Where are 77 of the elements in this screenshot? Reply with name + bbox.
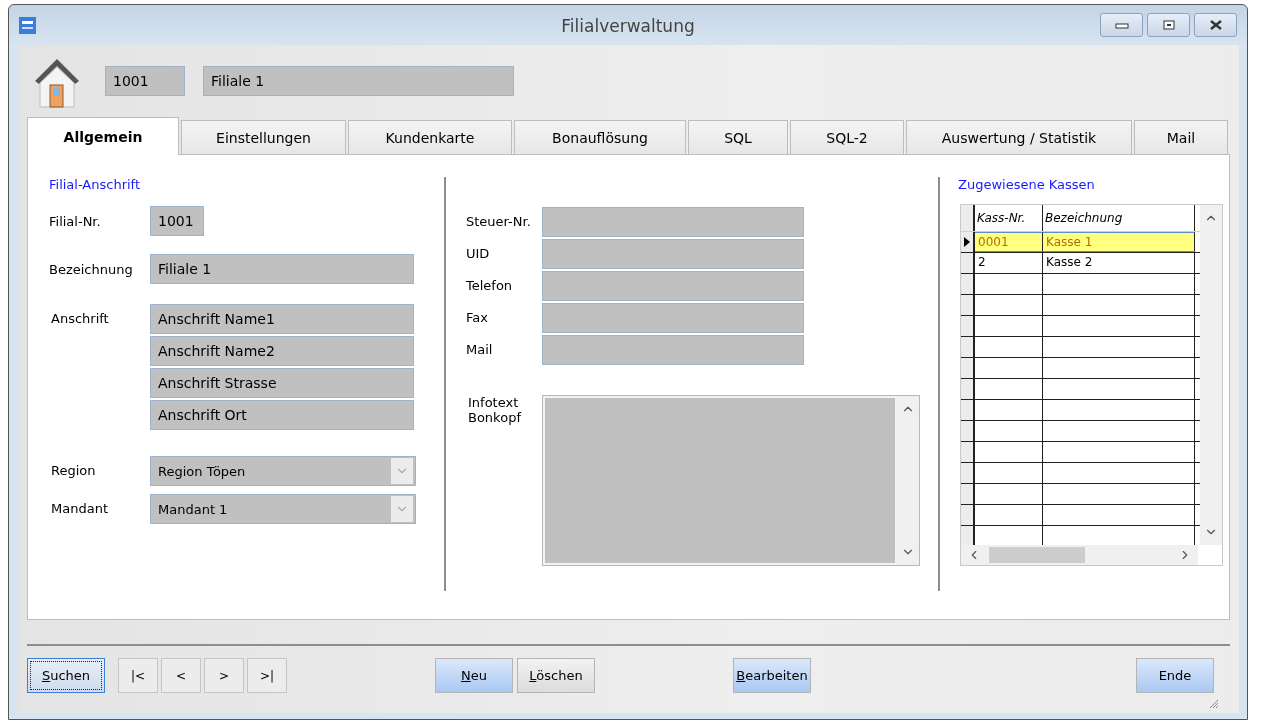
tab[interactable]: SQL-2 [790,120,904,155]
field-label: Steuer-Nr. [466,213,532,229]
contact-field[interactable] [542,303,804,333]
branch-name-field[interactable]: Filiale 1 [203,66,514,96]
field-label: Filial-Nr. [49,213,102,229]
field-label: Infotext Bonkopf [468,395,523,425]
row-header[interactable] [961,463,975,483]
record-nav-button[interactable]: |< [118,658,158,693]
field-label: Mandant [51,500,109,516]
row-header[interactable] [961,526,975,545]
tab[interactable]: Bonauflösung [514,120,686,155]
field-label: Mail [466,341,494,357]
row-header[interactable] [961,316,975,336]
column-header[interactable]: Kass-Nr. [975,205,1043,231]
minimize-icon [1114,21,1129,29]
branch-number-field[interactable]: 1001 [105,66,185,96]
region-dropdown[interactable]: Region Töpen [150,456,416,486]
record-nav-button[interactable]: > [204,658,244,693]
row-header[interactable] [961,232,975,252]
contact-field[interactable] [542,271,804,301]
section-heading: Filial-Anschrift [49,177,142,192]
address-field[interactable]: Anschrift Strasse [150,368,414,398]
address-field[interactable]: Anschrift Name1 [150,304,414,334]
tab[interactable]: Allgemein [27,117,179,155]
row-header[interactable] [961,358,975,378]
row-header [961,205,975,231]
window-title: Filialverwaltung [561,16,695,36]
tab[interactable]: SQL [688,120,788,155]
section-heading: Zugewiesene Kassen [958,177,1096,192]
contact-field[interactable] [542,207,804,237]
client-dropdown[interactable]: Mandant 1 [150,494,416,524]
search-button[interactable]: Suchen [27,658,105,693]
record-nav-button[interactable]: >| [247,658,287,693]
column-header[interactable]: Bezeichnung [1043,205,1195,231]
row-header[interactable] [961,253,975,273]
address-field[interactable]: Anschrift Ort [150,400,414,430]
tab[interactable]: Auswertung / Statistik [906,120,1132,155]
row-pointer-icon [964,237,970,247]
action-button[interactable]: Neu [435,658,513,693]
description-field[interactable]: Filiale 1 [150,254,414,284]
record-nav-button[interactable]: < [161,658,201,693]
maximize-button[interactable] [1147,13,1190,37]
row-header[interactable] [961,442,975,462]
row-header[interactable] [961,421,975,441]
row-header[interactable] [961,295,975,315]
tab[interactable]: Mail [1134,120,1228,155]
field-label: Bezeichnung [49,261,134,277]
close-icon [1208,20,1223,30]
field-label: Telefon [466,277,514,293]
resize-grip-icon[interactable] [1207,697,1219,709]
branch-number-field[interactable]: 1001 [150,206,204,236]
maximize-icon [1162,20,1175,30]
field-label: Region [51,462,97,478]
row-header[interactable] [961,274,975,294]
field-label: Fax [466,309,489,325]
app-logo-icon [19,16,36,34]
contact-field[interactable] [542,335,804,365]
table-cell[interactable]: 0001 [975,232,1043,252]
row-header[interactable] [961,400,975,420]
tab[interactable]: Kundenkarte [348,120,512,155]
row-header[interactable] [961,337,975,357]
action-button[interactable]: Löschen [517,658,595,693]
edit-button[interactable]: Bearbeiten [733,658,811,693]
row-header[interactable] [961,379,975,399]
tab[interactable]: Einstellungen [181,120,346,155]
minimize-button[interactable] [1100,13,1143,37]
field-label: UID [466,245,491,261]
field-label: Anschrift [51,310,110,326]
end-button[interactable]: Ende [1136,658,1214,693]
table-cell[interactable]: 2 [975,253,1043,273]
close-button[interactable] [1194,13,1237,37]
row-header[interactable] [961,484,975,504]
scrollbar-thumb[interactable] [989,547,1085,563]
table-cell[interactable]: Kasse 1 [1043,232,1195,252]
row-header[interactable] [961,505,975,525]
address-field[interactable]: Anschrift Name2 [150,336,414,366]
contact-field[interactable] [542,239,804,269]
